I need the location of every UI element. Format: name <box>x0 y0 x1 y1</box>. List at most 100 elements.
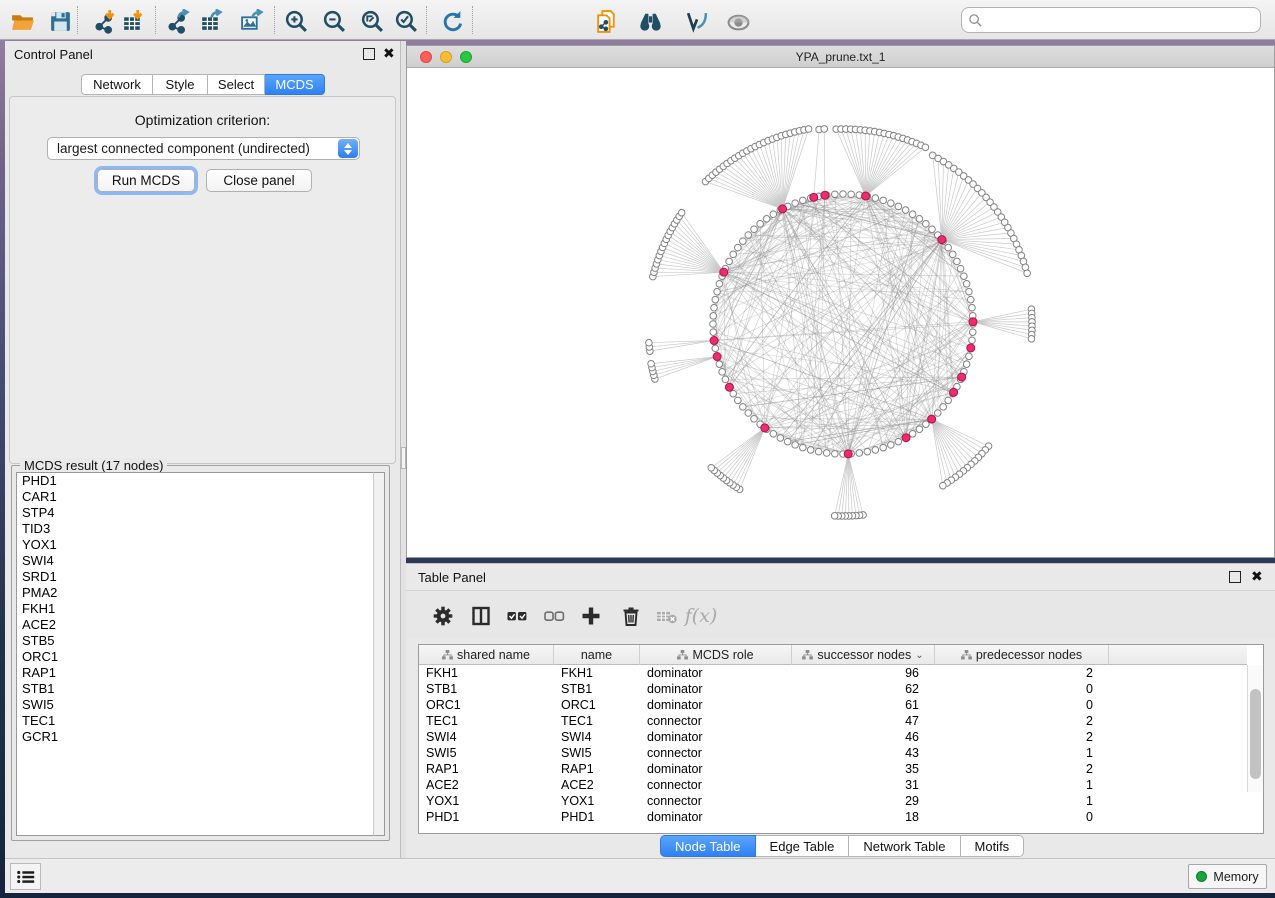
graph-mcds-node[interactable] <box>779 205 787 213</box>
graph-node[interactable] <box>751 415 758 422</box>
graph-node[interactable] <box>832 450 839 457</box>
graph-node[interactable] <box>909 430 916 437</box>
graph-node[interactable] <box>895 203 902 210</box>
graph-node[interactable] <box>792 200 799 207</box>
graph-node[interactable] <box>712 345 719 352</box>
save-session-icon[interactable] <box>46 7 74 35</box>
add-column-icon[interactable] <box>578 603 604 629</box>
graph-node[interactable] <box>848 191 855 198</box>
graph-node[interactable] <box>949 251 956 258</box>
mcds-result-item[interactable]: CAR1 <box>17 489 373 505</box>
table-row[interactable]: PHD1PHD1dominator180 <box>419 809 1247 825</box>
mcds-result-item[interactable]: SWI5 <box>17 697 373 713</box>
tab-mcds[interactable]: MCDS <box>265 74 325 95</box>
graph-node[interactable] <box>726 258 733 265</box>
network-canvas[interactable] <box>407 68 1274 557</box>
delete-column-icon[interactable] <box>618 603 644 629</box>
tab-network-table[interactable]: Network Table <box>849 835 960 857</box>
graph-node[interactable] <box>945 244 952 251</box>
optimization-criterion-select[interactable]: largest connected component (undirected) <box>47 137 360 160</box>
graph-node[interactable] <box>945 397 952 404</box>
graph-node[interactable] <box>745 410 752 417</box>
table-row[interactable]: SWI4SWI4dominator462 <box>419 729 1247 745</box>
graph-mcds-node[interactable] <box>844 450 852 458</box>
mcds-result-item[interactable]: ACE2 <box>17 617 373 633</box>
graph-node[interactable] <box>763 216 770 223</box>
mcds-result-item[interactable]: YOX1 <box>17 537 373 553</box>
graph-mcds-node[interactable] <box>902 434 910 442</box>
graph-node[interactable] <box>969 337 976 344</box>
graph-node[interactable] <box>957 265 964 272</box>
column-header-successor-nodes[interactable]: successor nodes⌄ <box>792 645 935 665</box>
export-image-icon[interactable] <box>237 7 265 35</box>
graph-mcds-node[interactable] <box>928 415 936 423</box>
graph-node[interactable] <box>807 447 814 454</box>
graph-node[interactable] <box>916 216 923 223</box>
graph-mcds-node[interactable] <box>821 191 829 199</box>
graph-node[interactable] <box>916 426 923 433</box>
graph-node[interactable] <box>800 444 807 451</box>
graph-mcds-node[interactable] <box>710 337 718 345</box>
network-graph[interactable] <box>407 68 1274 557</box>
graph-mcds-node[interactable] <box>969 318 977 326</box>
graph-node[interactable] <box>751 226 758 233</box>
network-file-icon[interactable] <box>592 7 620 35</box>
graph-node[interactable] <box>784 438 791 445</box>
column-header-MCDS-role[interactable]: MCDS role <box>640 645 792 665</box>
graph-leaf-node[interactable] <box>821 126 828 133</box>
graph-leaf-node[interactable] <box>922 144 929 151</box>
graph-node[interactable] <box>777 435 784 442</box>
mcds-result-item[interactable]: RAP1 <box>17 665 373 681</box>
graph-node[interactable] <box>856 450 863 457</box>
tab-motifs[interactable]: Motifs <box>961 835 1025 857</box>
graph-node[interactable] <box>711 304 718 311</box>
graph-node[interactable] <box>716 281 723 288</box>
graph-node[interactable] <box>967 296 974 303</box>
graph-leaf-node[interactable] <box>940 482 947 489</box>
mcds-result-item[interactable]: STB5 <box>17 633 373 649</box>
graph-node[interactable] <box>872 447 879 454</box>
graph-node[interactable] <box>963 281 970 288</box>
graph-node[interactable] <box>954 258 961 265</box>
mcds-result-item[interactable]: STP4 <box>17 505 373 521</box>
mcds-result-item[interactable]: TID3 <box>17 521 373 537</box>
graph-mcds-node[interactable] <box>938 236 946 244</box>
graph-node[interactable] <box>880 444 887 451</box>
graph-node[interactable] <box>909 211 916 218</box>
graph-node[interactable] <box>740 404 747 411</box>
close-panel-button[interactable]: Close panel <box>206 169 312 192</box>
float-table-panel-icon[interactable] <box>1229 571 1241 583</box>
graph-node[interactable] <box>969 329 976 336</box>
graph-node[interactable] <box>961 273 968 280</box>
graph-node[interactable] <box>710 321 717 328</box>
graph-node[interactable] <box>792 442 799 449</box>
zoom-selected-icon[interactable] <box>392 7 420 35</box>
mcds-result-item[interactable]: PHD1 <box>17 473 373 489</box>
unselect-all-icon[interactable] <box>541 603 567 629</box>
memory-button[interactable]: Memory <box>1188 864 1267 889</box>
search-binoculars-icon[interactable] <box>636 7 664 35</box>
task-history-button[interactable] <box>10 863 41 890</box>
column-header-name[interactable]: name <box>554 645 640 665</box>
graph-mcds-node[interactable] <box>713 353 721 361</box>
table-row[interactable]: TEC1TEC1connector472 <box>419 713 1247 729</box>
graph-node[interactable] <box>735 397 742 404</box>
zoom-fit-icon[interactable] <box>358 7 386 35</box>
table-row[interactable]: STB1STB1dominator620 <box>419 681 1247 697</box>
graph-node[interactable] <box>963 361 970 368</box>
graph-node[interactable] <box>719 369 726 376</box>
graph-leaf-node[interactable] <box>805 126 812 133</box>
graph-node[interactable] <box>864 448 871 455</box>
run-mcds-button[interactable]: Run MCDS <box>97 169 195 192</box>
zoom-in-icon[interactable] <box>282 7 310 35</box>
columns-icon[interactable] <box>468 603 494 629</box>
graph-leaf-node[interactable] <box>831 513 838 520</box>
graph-node[interactable] <box>740 238 747 245</box>
graph-node[interactable] <box>710 313 717 320</box>
mcds-result-item[interactable]: PMA2 <box>17 585 373 601</box>
tab-network[interactable]: Network <box>81 74 153 95</box>
graph-node[interactable] <box>832 191 839 198</box>
close-table-panel-icon[interactable]: ✖ <box>1251 571 1263 583</box>
table-row[interactable]: FKH1FKH1dominator962 <box>419 665 1247 681</box>
column-header-shared-name[interactable]: shared name <box>419 645 554 665</box>
